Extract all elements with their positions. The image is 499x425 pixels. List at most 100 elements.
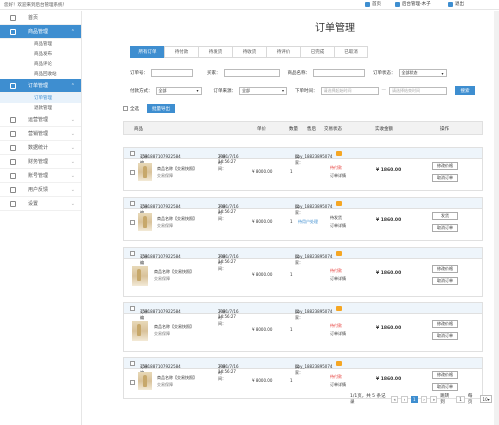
tab-pending-receipt[interactable]: 待收货	[232, 46, 266, 58]
tab-completed[interactable]: 已完成	[300, 46, 334, 58]
tab-all[interactable]: 所有订单	[130, 46, 164, 58]
order-detail-link[interactable]: 订单详情	[330, 173, 346, 179]
product-name[interactable]: 商品名称【交易快照】	[157, 216, 197, 222]
home-link[interactable]: 首页	[365, 1, 381, 7]
flag-icon[interactable]	[336, 201, 342, 206]
flag-icon[interactable]	[336, 151, 342, 156]
product-name[interactable]: 商品名称【交易快照】	[157, 166, 197, 172]
paid-amount: ¥ 1860.00	[376, 271, 402, 276]
order-checkbox[interactable]	[130, 151, 135, 156]
feedback-icon	[10, 186, 16, 193]
tab-pending-shipment[interactable]: 待发货	[198, 46, 232, 58]
end-time-input[interactable]: 请选择结束时间	[389, 86, 447, 95]
trade-status: 待付款	[330, 268, 342, 273]
order-checkbox[interactable]	[130, 251, 135, 256]
order-detail-link[interactable]: 订单详情	[330, 223, 346, 229]
order-status-select[interactable]: 全部状态 ▾	[398, 69, 447, 77]
pay-type-select[interactable]: 全部 ▾	[155, 86, 202, 95]
cancel-order-button[interactable]: 取消订单	[432, 277, 458, 285]
order-row: 订单编号：1531887107922584 下单时间：2021/7/16 14:…	[123, 302, 483, 352]
tab-pending-payment[interactable]: 待付款	[164, 46, 198, 58]
ship-button[interactable]: 发货	[432, 212, 458, 220]
paid-amount: ¥ 1860.00	[376, 377, 402, 382]
finance-icon	[10, 158, 16, 165]
product-image[interactable]	[138, 163, 152, 181]
modify-price-button[interactable]: 修改价格	[432, 162, 458, 170]
trade-status: 待付款	[330, 323, 342, 328]
export-button[interactable]: 批量导出	[147, 104, 175, 113]
product-image[interactable]	[132, 266, 148, 286]
source-select[interactable]: 全部 ▾	[239, 86, 287, 95]
prev-page-button[interactable]: ‹	[401, 395, 408, 403]
product-name-label: 商品名称：	[287, 71, 311, 76]
sidebar-item-account[interactable]: 账号管理 ⌄	[0, 169, 81, 183]
order-detail-link[interactable]: 订单详情	[330, 276, 346, 282]
buyer-input[interactable]	[223, 69, 280, 77]
sidebar-item-marketing[interactable]: 营销管理 ⌄	[0, 127, 81, 141]
order-no-input[interactable]	[151, 69, 193, 77]
chevron-down-icon: ⌄	[70, 201, 75, 207]
welcome-text: 您好！欢迎来到后台管理系统！	[4, 3, 67, 8]
product-guarantee: 交易保障	[154, 331, 170, 336]
cancel-order-button[interactable]: 取消订单	[432, 332, 458, 340]
select-all-label: 全选	[130, 106, 139, 112]
product-name[interactable]: 商品名称【交易快照】	[154, 324, 194, 330]
order-checkbox[interactable]	[130, 201, 135, 206]
first-page-button[interactable]: «	[391, 395, 399, 403]
product-image[interactable]	[138, 372, 152, 390]
search-button[interactable]: 搜索	[455, 86, 475, 95]
flag-icon[interactable]	[336, 306, 342, 311]
item-checkbox[interactable]	[130, 380, 135, 385]
flag-icon[interactable]	[336, 251, 342, 256]
order-detail-link[interactable]: 订单详情	[330, 331, 346, 337]
tab-pending-review[interactable]: 待评价	[266, 46, 300, 58]
product-name[interactable]: 商品名称【交易快照】	[157, 375, 197, 381]
vertical-scrollbar[interactable]	[494, 11, 499, 425]
page-number-current[interactable]: 1	[410, 395, 418, 403]
sidebar-item-operation[interactable]: 运营管理 ⌄	[0, 113, 81, 127]
tab-cancelled[interactable]: 已取消	[334, 46, 368, 58]
per-page-select[interactable]: 10 ▾	[479, 395, 492, 403]
sidebar-item-finance[interactable]: 财务管理 ⌄	[0, 155, 81, 169]
sidebar-item-order[interactable]: 订单管理 ⌃	[0, 79, 81, 93]
product-name-input[interactable]	[313, 69, 365, 77]
product-image[interactable]	[138, 213, 152, 231]
sidebar-sub-goods-publish[interactable]: 商品发布	[0, 49, 81, 59]
sidebar-sub-refund-manage[interactable]: 退款管理	[0, 103, 81, 113]
item-checkbox[interactable]	[130, 220, 135, 225]
start-time-input[interactable]: 请选择起始时间	[320, 86, 379, 95]
select-all-checkbox[interactable]	[123, 106, 128, 111]
item-checkbox[interactable]	[130, 170, 135, 175]
product-name[interactable]: 商品名称【交易快照】	[154, 269, 194, 275]
modify-price-button[interactable]: 修改价格	[432, 320, 458, 328]
cancel-order-button[interactable]: 取消订单	[432, 224, 458, 232]
user-icon	[395, 1, 400, 7]
order-detail-link[interactable]: 订单详情	[330, 382, 346, 388]
product-image[interactable]	[132, 321, 148, 341]
sidebar-item-home[interactable]: 首页	[0, 11, 81, 25]
next-page-button[interactable]: ›	[420, 395, 428, 403]
sidebar-sub-order-manage[interactable]: 订单管理	[0, 93, 81, 103]
sidebar-item-stats[interactable]: 数据统计 ⌄	[0, 141, 81, 155]
unit-price: ¥ 8000.00	[252, 219, 273, 224]
user-menu[interactable]: 后台管理-木子	[395, 1, 431, 7]
flag-icon[interactable]	[336, 361, 342, 366]
quantity: 1	[290, 378, 293, 383]
order-checkbox[interactable]	[130, 361, 135, 366]
modify-price-button[interactable]: 修改价格	[432, 265, 458, 273]
unit-price: ¥ 8000.00	[252, 327, 273, 332]
cancel-order-button[interactable]: 取消订单	[432, 174, 458, 182]
last-page-button[interactable]: »	[430, 395, 438, 403]
jump-page-input[interactable]: 1	[456, 395, 465, 403]
sidebar-item-feedback[interactable]: 用户反馈 ⌄	[0, 183, 81, 197]
sidebar-item-goods[interactable]: 商品管理 ⌃	[0, 25, 81, 39]
cancel-order-button[interactable]: 取消订单	[432, 383, 458, 391]
sidebar-sub-goods-recycle[interactable]: 商品回收站	[0, 69, 81, 79]
sidebar-sub-goods-comment[interactable]: 商品评论	[0, 59, 81, 69]
modify-price-button[interactable]: 修改价格	[432, 371, 458, 379]
aftersale-status[interactable]: 待用户处理	[298, 219, 318, 225]
sidebar-sub-goods-manage[interactable]: 商品管理	[0, 39, 81, 49]
logout-link[interactable]: 退出	[448, 1, 464, 7]
order-checkbox[interactable]	[130, 306, 135, 311]
sidebar-item-settings[interactable]: 设置 ⌄	[0, 197, 81, 211]
